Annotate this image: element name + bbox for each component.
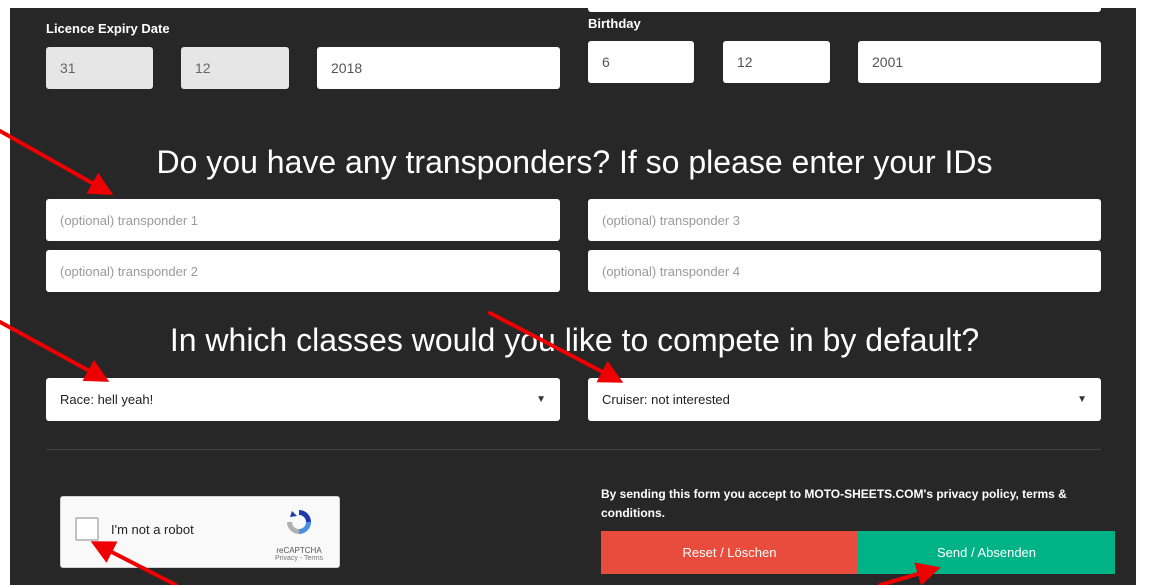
race-class-select[interactable]: Race: hell yeah! ▼: [46, 378, 560, 421]
textarea-bottom-edge[interactable]: [588, 0, 1101, 12]
birthday-year-field[interactable]: 2001: [858, 41, 1101, 83]
cruiser-class-select[interactable]: Cruiser: not interested ▼: [588, 378, 1101, 421]
race-class-value: Race: hell yeah!: [60, 392, 154, 407]
caret-down-icon: ▼: [536, 394, 546, 405]
birthday-day-field[interactable]: 6: [588, 41, 694, 83]
transponder-4-placeholder: (optional) transponder 4: [602, 263, 741, 279]
classes-heading: In which classes would you like to compe…: [169, 322, 980, 358]
birthday-month-field[interactable]: 12: [723, 41, 830, 83]
transponder-2-input[interactable]: (optional) transponder 2: [46, 250, 560, 292]
licence-day-field[interactable]: 31: [46, 47, 153, 89]
recaptcha-icon: [287, 510, 311, 534]
birthday-label: Birthday: [588, 16, 641, 31]
recaptcha-widget: I'm not a robot reCAPTCHA Privacy - Term…: [60, 496, 340, 568]
consent-text: By sending this form you accept to MOTO-…: [601, 487, 1067, 520]
transponder-1-placeholder: (optional) transponder 1: [60, 212, 199, 228]
recaptcha-logo: reCAPTCHA Privacy - Terms: [273, 507, 325, 562]
licence-year-field[interactable]: 2018: [317, 47, 560, 89]
licence-expiry-label: Licence Expiry Date: [46, 21, 170, 36]
divider: [46, 449, 1101, 450]
captcha-label: I'm not a robot: [111, 522, 194, 537]
caret-down-icon: ▼: [1077, 394, 1087, 405]
transponder-2-placeholder: (optional) transponder 2: [60, 263, 199, 279]
transponder-3-input[interactable]: (optional) transponder 3: [588, 199, 1101, 241]
captcha-checkbox[interactable]: [75, 517, 99, 541]
transponder-4-input[interactable]: (optional) transponder 4: [588, 250, 1101, 292]
transponder-1-input[interactable]: (optional) transponder 1: [46, 199, 560, 241]
transponders-heading: Do you have any transponders? If so plea…: [156, 144, 993, 180]
recaptcha-brand: reCAPTCHA: [276, 546, 322, 555]
send-button[interactable]: Send / Absenden: [858, 531, 1115, 574]
cruiser-class-value: Cruiser: not interested: [602, 392, 730, 407]
licence-month-field[interactable]: 12: [181, 47, 289, 89]
transponder-3-placeholder: (optional) transponder 3: [602, 212, 741, 228]
recaptcha-links[interactable]: Privacy - Terms: [273, 555, 325, 562]
reset-button[interactable]: Reset / Löschen: [601, 531, 858, 574]
